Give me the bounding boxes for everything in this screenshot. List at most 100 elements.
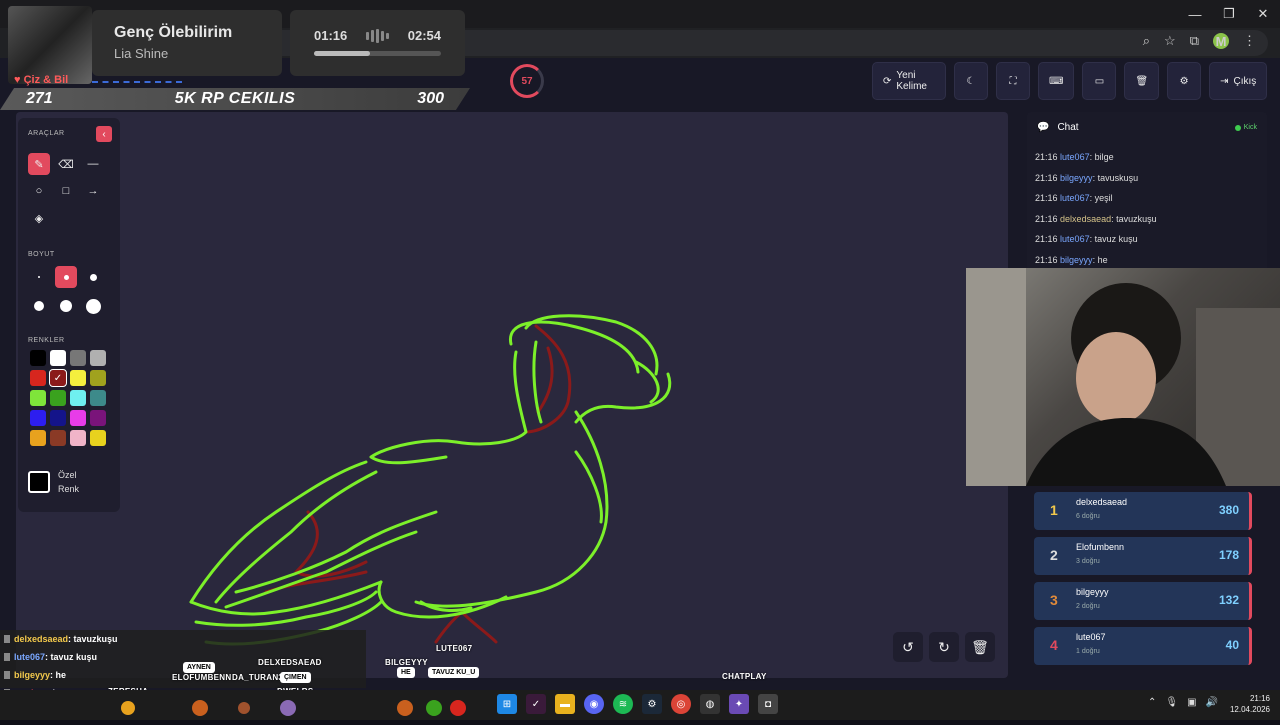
start-button[interactable]: ⊞ xyxy=(497,694,517,714)
chatplay-name-2: ELOFUMBENN xyxy=(172,673,232,682)
color-swatch[interactable] xyxy=(30,410,46,426)
chat-user[interactable]: delxedsaead xyxy=(1060,214,1111,224)
chat-message: 21:16 lute067: tavuz kuşu xyxy=(1035,234,1157,255)
chat-time: 21:16 xyxy=(1035,152,1058,162)
color-swatch[interactable] xyxy=(50,390,66,406)
color-swatch[interactable] xyxy=(30,370,46,386)
spotify-button[interactable]: ≋ xyxy=(613,694,633,714)
sprite-3 xyxy=(238,702,250,714)
giveaway-left-count: 271 xyxy=(26,90,53,107)
discord-icon: ◉ xyxy=(589,698,599,710)
chat-user[interactable]: bilgeyyy xyxy=(1060,255,1093,265)
size-1[interactable] xyxy=(28,266,50,288)
giveaway-banner: 271 5K RP CEKILIS 300 xyxy=(0,88,470,110)
app-icon: ✦ xyxy=(734,698,744,710)
sprite-7 xyxy=(450,700,466,716)
redo-button[interactable]: ↻ xyxy=(929,632,959,662)
chat-time: 21:16 xyxy=(1035,193,1058,203)
color-swatch[interactable] xyxy=(30,390,46,406)
canvas-drawing xyxy=(189,314,672,646)
archive-button[interactable]: ▭ xyxy=(1082,62,1117,100)
settings-button[interactable]: ⚙ xyxy=(1167,62,1202,100)
color-swatch[interactable]: ✓ xyxy=(49,369,67,387)
color-swatch[interactable] xyxy=(50,350,66,366)
fill-tool[interactable]: ◈ xyxy=(28,207,50,229)
network-icon[interactable]: ▣ xyxy=(1187,697,1196,708)
color-swatch[interactable] xyxy=(90,370,106,386)
chat-user[interactable]: lute067 xyxy=(1060,234,1090,244)
tray-expand-icon[interactable]: ⌃ xyxy=(1148,697,1156,708)
color-swatch[interactable] xyxy=(70,350,86,366)
size-6[interactable] xyxy=(82,295,104,317)
color-swatch[interactable] xyxy=(70,390,86,406)
profile-avatar[interactable]: M xyxy=(1213,33,1229,49)
green-stroke-belly xyxy=(377,580,508,619)
platform-badge: Kick xyxy=(1234,124,1257,131)
color-swatch[interactable] xyxy=(70,410,86,426)
color-swatch[interactable] xyxy=(30,430,46,446)
stream-chat-text: : tavuzkuşu xyxy=(68,634,118,644)
exit-button[interactable]: ⇥ Çıkış xyxy=(1209,62,1268,100)
delete-button[interactable]: 🗑 xyxy=(1124,62,1160,100)
badge-icon xyxy=(4,671,10,679)
chat-user[interactable]: lute067 xyxy=(1060,193,1090,203)
extensions-icon[interactable]: ⧉ xyxy=(1190,33,1199,49)
color-swatch[interactable] xyxy=(90,410,106,426)
close-icon[interactable]: ✕ xyxy=(1246,0,1280,28)
taskbar-app-3[interactable]: ◘ xyxy=(758,694,778,714)
undo-button[interactable]: ↺ xyxy=(893,632,923,662)
gear-icon: ⚙ xyxy=(1179,75,1189,87)
keyboard-button[interactable]: ⌨ xyxy=(1038,62,1075,100)
rectangle-tool[interactable]: □ xyxy=(55,180,77,202)
browser-menu-icon[interactable]: ⋮ xyxy=(1243,33,1256,49)
volume-icon[interactable]: 🔊 xyxy=(1206,697,1218,708)
chat-user[interactable]: lute067 xyxy=(1060,152,1090,162)
new-word-button[interactable]: ⟳ Yeni Kelime xyxy=(872,62,946,100)
color-swatch[interactable] xyxy=(70,430,86,446)
taskbar-clock[interactable]: 21:16 12.04.2026 xyxy=(1230,693,1270,715)
size-4[interactable] xyxy=(28,295,50,317)
color-swatch[interactable] xyxy=(50,410,66,426)
song-artist: Lia Shine xyxy=(114,46,169,61)
chatplay-sprites xyxy=(120,696,480,725)
size-5[interactable] xyxy=(55,295,77,317)
bookmark-star-icon[interactable]: ☆ xyxy=(1164,33,1176,49)
custom-color-button[interactable]: Özel Renk xyxy=(28,468,110,496)
leaderboard-name: bilgeyyy xyxy=(1076,587,1109,597)
circle-tool[interactable]: ○ xyxy=(28,180,50,202)
fullscreen-button[interactable]: ⛶ xyxy=(996,62,1030,100)
round-timer: 57 xyxy=(510,64,544,98)
theme-toggle-button[interactable]: ☾ xyxy=(954,62,988,100)
color-swatch[interactable] xyxy=(90,430,106,446)
chat-message: 21:16 bilgeyyy: tavuskuşu xyxy=(1035,173,1157,194)
clear-canvas-button[interactable]: 🗑 xyxy=(965,632,995,662)
obs-button[interactable]: ◍ xyxy=(700,694,720,714)
line-tool[interactable]: — xyxy=(82,153,104,175)
file-explorer-button[interactable]: ▬ xyxy=(555,694,575,714)
taskbar-app-1[interactable]: ✓ xyxy=(526,694,546,714)
zoom-icon[interactable]: ⌕ xyxy=(1143,33,1150,49)
color-swatch[interactable] xyxy=(90,350,106,366)
eraser-tool[interactable]: ⌫ xyxy=(55,153,77,175)
chat-user[interactable]: bilgeyyy xyxy=(1060,173,1093,183)
size-grid xyxy=(28,266,110,317)
maximize-icon[interactable]: ❐ xyxy=(1212,0,1246,28)
window-controls: — ❐ ✕ xyxy=(1178,0,1280,28)
badge-icon xyxy=(4,635,10,643)
minimize-icon[interactable]: — xyxy=(1178,0,1212,28)
color-swatch[interactable] xyxy=(50,430,66,446)
taskbar-app-2[interactable]: ✦ xyxy=(729,694,749,714)
arrow-tool[interactable]: → xyxy=(82,180,104,202)
microphone-icon[interactable]: 🎙 xyxy=(1165,697,1178,708)
stream-chat-user: delxedsaead xyxy=(14,634,69,644)
collapse-panel-button[interactable]: ‹ xyxy=(96,126,112,142)
chrome-button[interactable]: ◎ xyxy=(671,694,691,714)
color-swatch[interactable] xyxy=(90,390,106,406)
discord-button[interactable]: ◉ xyxy=(584,694,604,714)
color-swatch[interactable] xyxy=(30,350,46,366)
brush-tool[interactable]: ✎ xyxy=(28,153,50,175)
size-3[interactable] xyxy=(82,266,104,288)
steam-button[interactable]: ⚙ xyxy=(642,694,662,714)
color-swatch[interactable] xyxy=(70,370,86,386)
size-2[interactable] xyxy=(55,266,77,288)
